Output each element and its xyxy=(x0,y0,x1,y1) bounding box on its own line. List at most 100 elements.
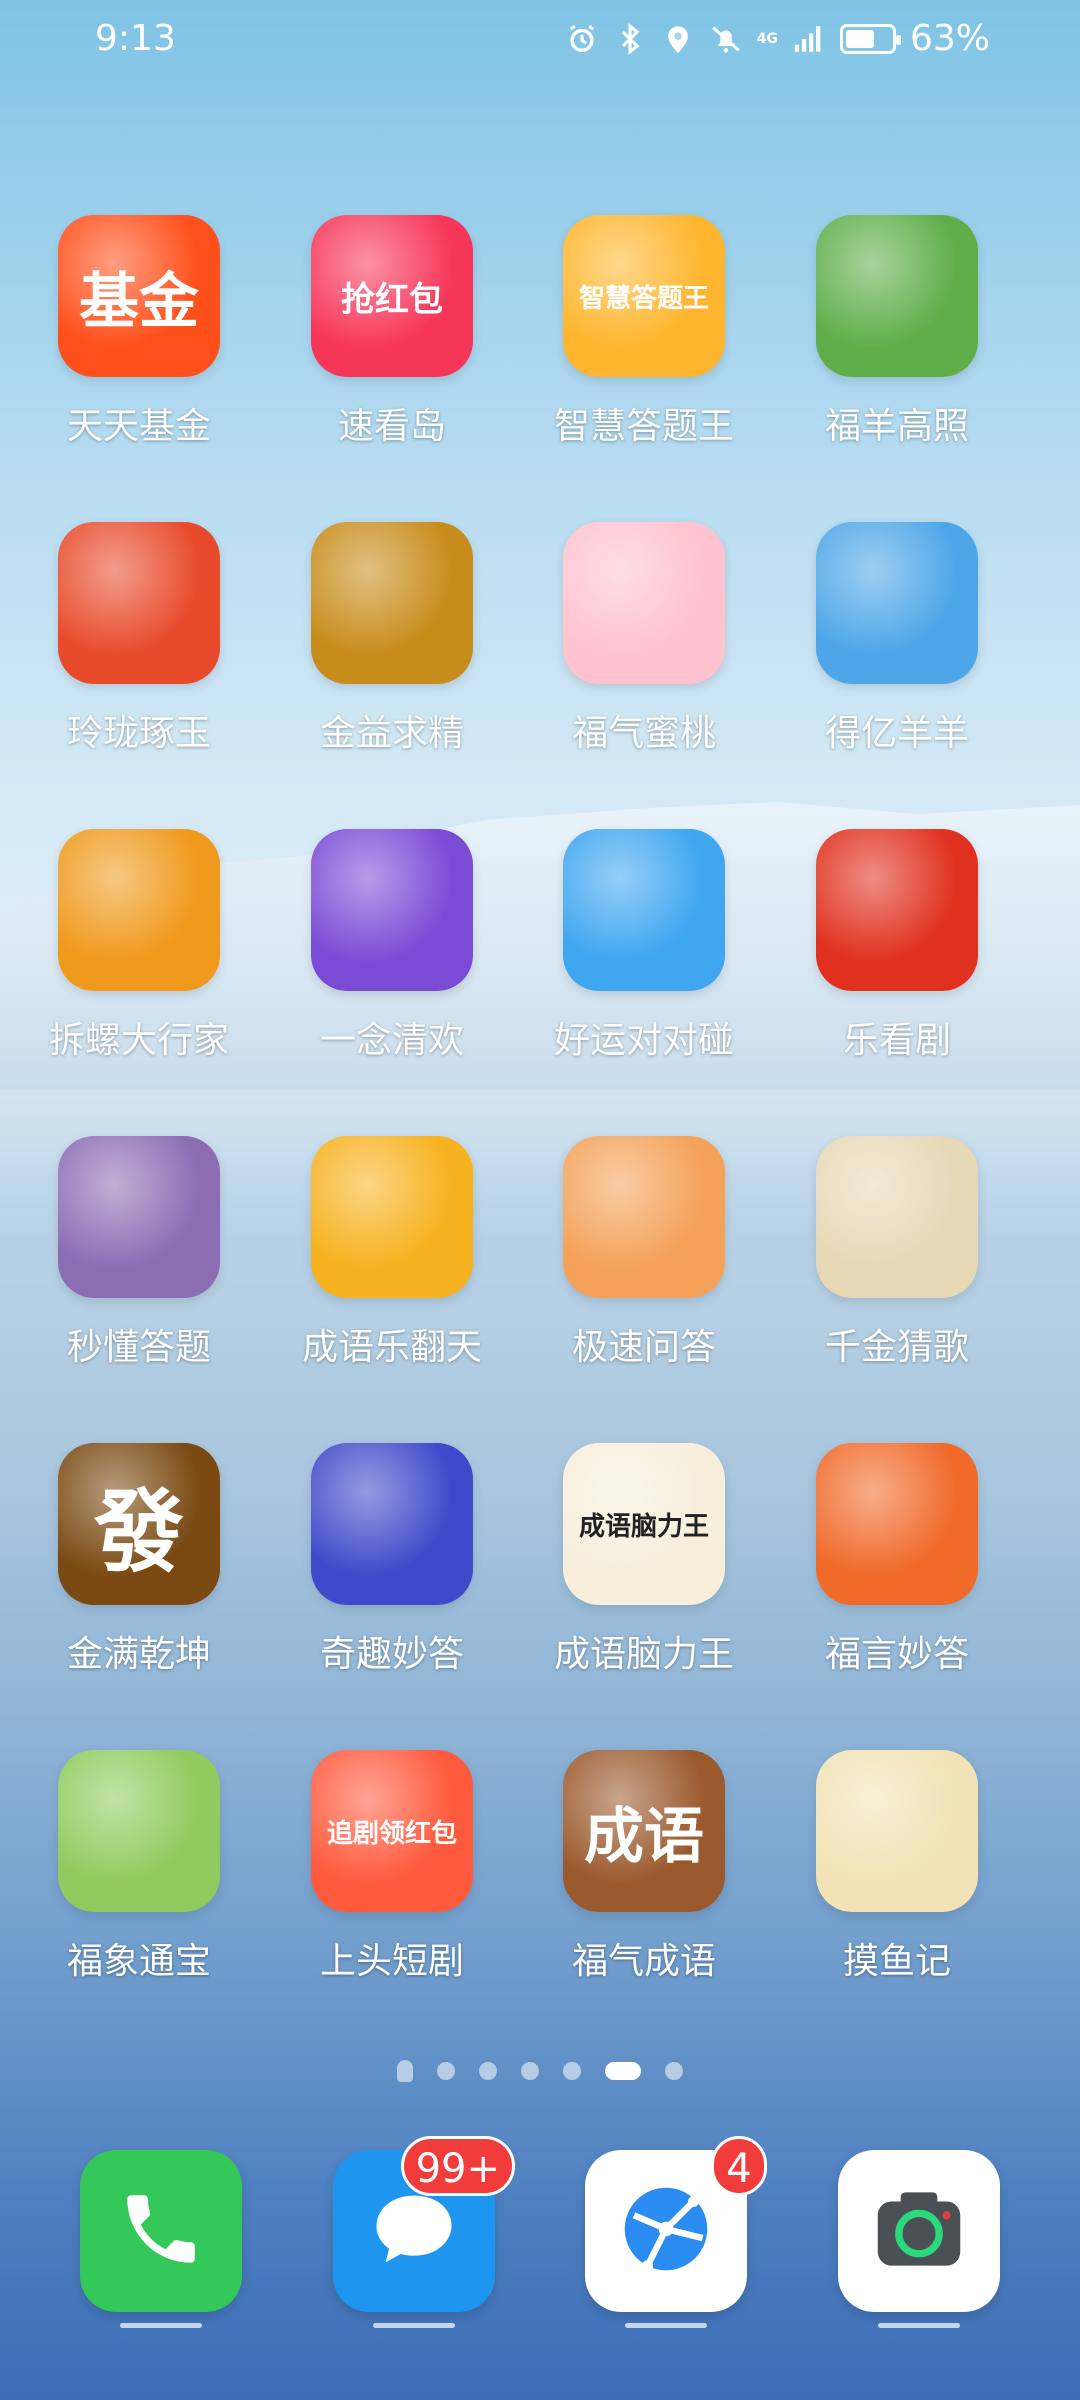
app-icon-text: 成语 xyxy=(584,1801,704,1872)
app-scholar[interactable]: 成语乐翻天 xyxy=(282,1136,502,1370)
app-boy-pencil[interactable]: 奇趣妙答 xyxy=(282,1443,502,1677)
app-label: 天天基金 xyxy=(66,406,211,447)
app-sheep-field[interactable]: 福羊高照 xyxy=(787,215,1007,449)
app-label: 奇趣妙答 xyxy=(319,1634,464,1675)
notification-badge: 4 xyxy=(711,2136,767,2196)
app-screw[interactable]: 拆螺大行家 xyxy=(29,829,249,1063)
app-mahjong-tile[interactable]: 發金满乾坤 xyxy=(29,1443,249,1677)
app-cat-office[interactable]: 摸鱼记 xyxy=(787,1750,1007,1984)
gold-man-icon xyxy=(311,522,473,684)
app-icon-text: 抢红包 xyxy=(341,279,443,320)
app-label: 速看岛 xyxy=(337,406,446,447)
screw-icon xyxy=(58,829,220,991)
app-dancer[interactable]: 千金猜歌 xyxy=(787,1136,1007,1370)
page-dot[interactable] xyxy=(563,2062,581,2080)
dock-indicator xyxy=(373,2323,455,2328)
bluetooth-icon xyxy=(621,22,640,55)
location-icon xyxy=(667,25,688,53)
cat-office-icon xyxy=(816,1750,978,1912)
page-dot[interactable] xyxy=(521,2062,539,2080)
app-label: 福羊高照 xyxy=(824,406,969,447)
sheep-field-icon xyxy=(816,215,978,377)
fund-icon: 基金 xyxy=(58,215,220,377)
app-label: 智慧答题王 xyxy=(553,406,734,447)
battery-icon xyxy=(839,23,901,54)
phone-icon xyxy=(116,2184,206,2278)
app-quiz-book[interactable]: 智慧答题王 智慧答题王 xyxy=(534,215,754,449)
app-label: 一念清欢 xyxy=(319,1020,464,1061)
app-label: 福象通宝 xyxy=(66,1941,211,1982)
god-of-wealth-icon xyxy=(58,522,220,684)
app-god-of-wealth[interactable]: 玲珑琢玉 xyxy=(29,522,249,756)
app-girl-reading[interactable]: 秒懂答题 xyxy=(29,1136,249,1370)
camera-app[interactable] xyxy=(838,2150,1000,2328)
messages-app[interactable]: 99+ xyxy=(333,2136,515,2328)
alarm-icon xyxy=(569,24,594,52)
app-fund[interactable]: 基金 天天基金 xyxy=(29,215,249,449)
status-bar: 9:13 4G 63% xyxy=(0,0,1080,80)
app-label: 秒懂答题 xyxy=(66,1327,211,1368)
dock-indicator xyxy=(120,2323,202,2328)
mahjong-tile-icon: 發 xyxy=(58,1443,220,1605)
lamb-icon xyxy=(58,1750,220,1912)
app-label: 摸鱼记 xyxy=(842,1941,951,1982)
network-type-icon: 4G xyxy=(756,30,778,47)
page-indicator[interactable] xyxy=(0,2060,1080,2082)
app-label: 成语脑力王 xyxy=(553,1634,734,1675)
app-icon-text: 發 xyxy=(94,1480,184,1585)
boy-pencil-icon xyxy=(311,1443,473,1605)
peach-icon xyxy=(563,522,725,684)
app-label: 福气成语 xyxy=(571,1941,716,1982)
page-dot-assistant[interactable] xyxy=(397,2060,413,2082)
app-icon-text: 基金 xyxy=(79,266,199,337)
app-icon-text: 智慧答题王 xyxy=(578,283,709,314)
page-dot[interactable] xyxy=(479,2062,497,2080)
mute-icon xyxy=(711,26,740,53)
dock: 99+ 4 xyxy=(0,2136,1080,2330)
app-tv-redpacket[interactable]: 追剧领红包 上头短剧 xyxy=(282,1750,502,1984)
app-label: 极速问答 xyxy=(571,1327,716,1368)
app-idiom-brush[interactable]: 成语脑力王 成语脑力王 xyxy=(534,1443,754,1677)
browser-icon xyxy=(611,2174,721,2288)
app-tofu-character[interactable]: 好运对对碰 xyxy=(534,829,754,1063)
app-peach[interactable]: 福气蜜桃 xyxy=(534,522,754,756)
app-sheep[interactable]: 得亿羊羊 xyxy=(787,522,1007,756)
app-label: 福言妙答 xyxy=(824,1634,969,1675)
camera-icon xyxy=(864,2174,974,2288)
sheep-icon xyxy=(816,522,978,684)
tofu-character-icon xyxy=(563,829,725,991)
tv-redpacket-icon: 追剧领红包 xyxy=(311,1750,473,1912)
app-label: 拆螺大行家 xyxy=(48,1020,229,1061)
clapperboard-icon xyxy=(816,829,978,991)
page-dot[interactable] xyxy=(437,2062,455,2080)
scholar-icon xyxy=(311,1136,473,1298)
app-video-redpacket[interactable]: 抢红包 速看岛 xyxy=(282,215,502,449)
notification-badge: 99+ xyxy=(400,2136,515,2196)
app-gold-man[interactable]: 金益求精 xyxy=(282,522,502,756)
idiom-book-icon: 成语 xyxy=(563,1750,725,1912)
video-redpacket-icon: 抢红包 xyxy=(311,215,473,377)
girl-reading-icon xyxy=(58,1136,220,1298)
dancer-icon xyxy=(816,1136,978,1298)
app-idiom-book[interactable]: 成语 福气成语 xyxy=(534,1750,754,1984)
app-fruit-monkey[interactable]: 一念清欢 xyxy=(282,829,502,1063)
app-label: 得亿羊羊 xyxy=(824,713,969,754)
fruit-monkey-icon xyxy=(311,829,473,991)
browser-app[interactable]: 4 xyxy=(585,2136,767,2328)
app-icon-text: 追剧领红包 xyxy=(326,1818,457,1849)
app-label: 玲珑琢玉 xyxy=(66,713,211,754)
phone-app[interactable] xyxy=(80,2150,242,2328)
app-label: 乐看剧 xyxy=(842,1020,951,1061)
signal-icon xyxy=(794,25,821,52)
battery-percent: 63% xyxy=(909,18,990,59)
app-clapperboard[interactable]: 乐看剧 xyxy=(787,829,1007,1063)
app-girl-glasses[interactable]: 极速问答 xyxy=(534,1136,754,1370)
status-icons: 4G 63% xyxy=(565,18,990,59)
app-label: 好运对对碰 xyxy=(553,1020,734,1061)
page-dot[interactable] xyxy=(605,2062,641,2080)
app-label: 千金猜歌 xyxy=(824,1327,969,1368)
app-lamb[interactable]: 福象通宝 xyxy=(29,1750,249,1984)
app-label: 上头短剧 xyxy=(319,1941,464,1982)
app-girl-lantern[interactable]: 福言妙答 xyxy=(787,1443,1007,1677)
page-dot[interactable] xyxy=(665,2062,683,2080)
